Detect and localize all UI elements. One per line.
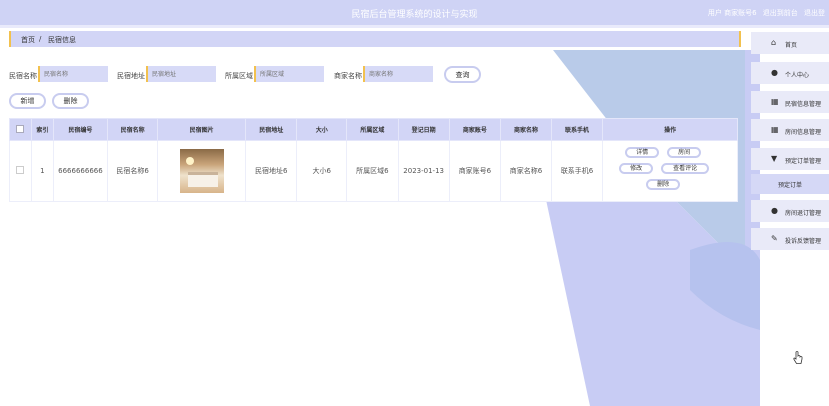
- col-header: 联系手机: [550, 118, 604, 141]
- sidebar-item-label: 预定订单管理: [785, 158, 822, 165]
- col-header: 民宿地址: [244, 118, 298, 141]
- sidebar-item-label: 个人中心: [785, 72, 810, 79]
- user-icon: ●: [771, 206, 778, 215]
- header-divider: [0, 25, 829, 28]
- sidebar-item-label: 房间信息管理: [785, 129, 822, 136]
- cell-name: 民宿名称6: [106, 140, 159, 202]
- room-button[interactable]: 房间: [667, 147, 702, 158]
- cell-phone: 联系手机6: [550, 140, 604, 202]
- data-table: 索引 民宿编号 民宿名称 民宿图片 民宿地址 大小 所属区域 登记日期 商家账号…: [9, 118, 738, 202]
- cell-region: 所属区域6: [346, 140, 399, 202]
- col-header: 民宿编号: [53, 118, 108, 141]
- search-input-region[interactable]: [254, 66, 324, 82]
- col-header: 操作: [602, 118, 738, 141]
- search-label-name: 民宿名称: [9, 72, 37, 80]
- search-input-merchant[interactable]: [363, 66, 433, 82]
- hand-cursor-icon: [793, 351, 803, 364]
- breadcrumb: 首页 / 民宿信息: [9, 31, 741, 47]
- breadcrumb-current: 民宿信息: [48, 36, 76, 44]
- sidebar-item-bookings[interactable]: ▼ 预定订单管理: [751, 148, 829, 170]
- sidebar-item-label: 房间退订管理: [785, 210, 822, 217]
- search-input-name[interactable]: [38, 66, 108, 82]
- sidebar: ⌂ 首页 ● 个人中心 ▦ 民宿信息管理 ▦ 房间信息管理 ▼ 预定订单管理 预…: [751, 28, 829, 406]
- edit-button[interactable]: 修改: [619, 163, 654, 174]
- col-header: 所属区域: [346, 118, 399, 141]
- photo-lamp: [185, 157, 194, 165]
- logout-link[interactable]: 退出登: [804, 9, 825, 17]
- select-all-checkbox[interactable]: [16, 124, 25, 133]
- cell-index: 1: [30, 140, 55, 202]
- row-delete-button[interactable]: 删除: [646, 179, 681, 190]
- cell-photo: [157, 140, 246, 202]
- query-button[interactable]: 查询: [444, 66, 481, 83]
- select-all-header[interactable]: [9, 118, 32, 141]
- sidebar-item-label: 投诉反馈管理: [785, 238, 822, 245]
- view-reviews-button[interactable]: 查看评论: [661, 163, 710, 174]
- sidebar-item-home[interactable]: ⌂ 首页: [751, 32, 829, 54]
- sidebar-item-profile[interactable]: ● 个人中心: [751, 62, 829, 84]
- home-icon: ⌂: [771, 38, 777, 47]
- sidebar-item-complaints[interactable]: ✎ 投诉反馈管理: [751, 228, 829, 250]
- header-user-area: 用户 商家账号6 退出到前台 退出登: [704, 8, 825, 18]
- feedback-icon: ✎: [771, 234, 778, 243]
- user-info: 用户 商家账号6: [707, 9, 757, 17]
- cell-code: 6666666666: [53, 140, 108, 202]
- row-checkbox[interactable]: [16, 166, 25, 174]
- sidebar-item-label: 民宿信息管理: [785, 101, 822, 108]
- cell-address: 民宿地址6: [244, 140, 298, 202]
- cell-account: 商家账号6: [448, 140, 502, 202]
- background-decoration: [545, 50, 760, 406]
- cell-date: 2023-01-13: [397, 140, 450, 202]
- sidebar-item-rooms[interactable]: ▦ 房间信息管理: [751, 119, 829, 141]
- col-header: 索引: [30, 118, 55, 141]
- booking-icon: ▼: [771, 154, 778, 163]
- col-header: 民宿名称: [106, 118, 159, 141]
- operation-buttons: 详情 房间 修改 查看评论 删除: [610, 145, 730, 197]
- row-select-cell[interactable]: [9, 140, 32, 202]
- add-button[interactable]: 新增: [9, 93, 46, 109]
- col-header: 大小: [296, 118, 348, 141]
- sidebar-item-label: 首页: [785, 42, 798, 49]
- homestay-photo[interactable]: [179, 149, 224, 193]
- sidebar-subitem-booking-orders[interactable]: 预定订单: [751, 174, 829, 194]
- col-header: 民宿图片: [157, 118, 246, 141]
- cell-size: 大小6: [296, 140, 348, 202]
- cell-merchant: 商家名称6: [500, 140, 552, 202]
- col-header: 登记日期: [397, 118, 450, 141]
- sidebar-subitem-label: 预定订单: [777, 182, 802, 189]
- grid-icon: ▦: [771, 97, 779, 106]
- detail-button[interactable]: 详情: [625, 147, 660, 158]
- user-icon: ●: [771, 68, 778, 77]
- table-row: 1 6666666666 民宿名称6 民宿地址6 大小6 所属区域6 2023-…: [9, 140, 738, 202]
- table-header-row: 索引 民宿编号 民宿名称 民宿图片 民宿地址 大小 所属区域 登记日期 商家账号…: [9, 118, 738, 141]
- search-label-merchant: 商家名称: [334, 72, 362, 80]
- search-label-region: 所属区域: [225, 72, 253, 80]
- sidebar-item-cancellations[interactable]: ● 房间退订管理: [751, 200, 829, 222]
- sidebar-item-homestay[interactable]: ▦ 民宿信息管理: [751, 91, 829, 113]
- col-header: 商家账号: [448, 118, 502, 141]
- delete-button[interactable]: 删除: [52, 93, 89, 109]
- breadcrumb-separator: /: [39, 35, 42, 43]
- photo-bed: [187, 172, 218, 187]
- cell-operations: 详情 房间 修改 查看评论 删除: [602, 140, 738, 202]
- search-input-address[interactable]: [146, 66, 216, 82]
- search-label-address: 民宿地址: [117, 72, 145, 80]
- front-link[interactable]: 退出到前台: [763, 9, 798, 17]
- breadcrumb-home[interactable]: 首页: [21, 35, 35, 45]
- header-bar: 民宿后台管理系统的设计与实现 用户 商家账号6 退出到前台 退出登: [0, 0, 829, 25]
- grid-icon: ▦: [771, 125, 779, 134]
- col-header: 商家名称: [500, 118, 552, 141]
